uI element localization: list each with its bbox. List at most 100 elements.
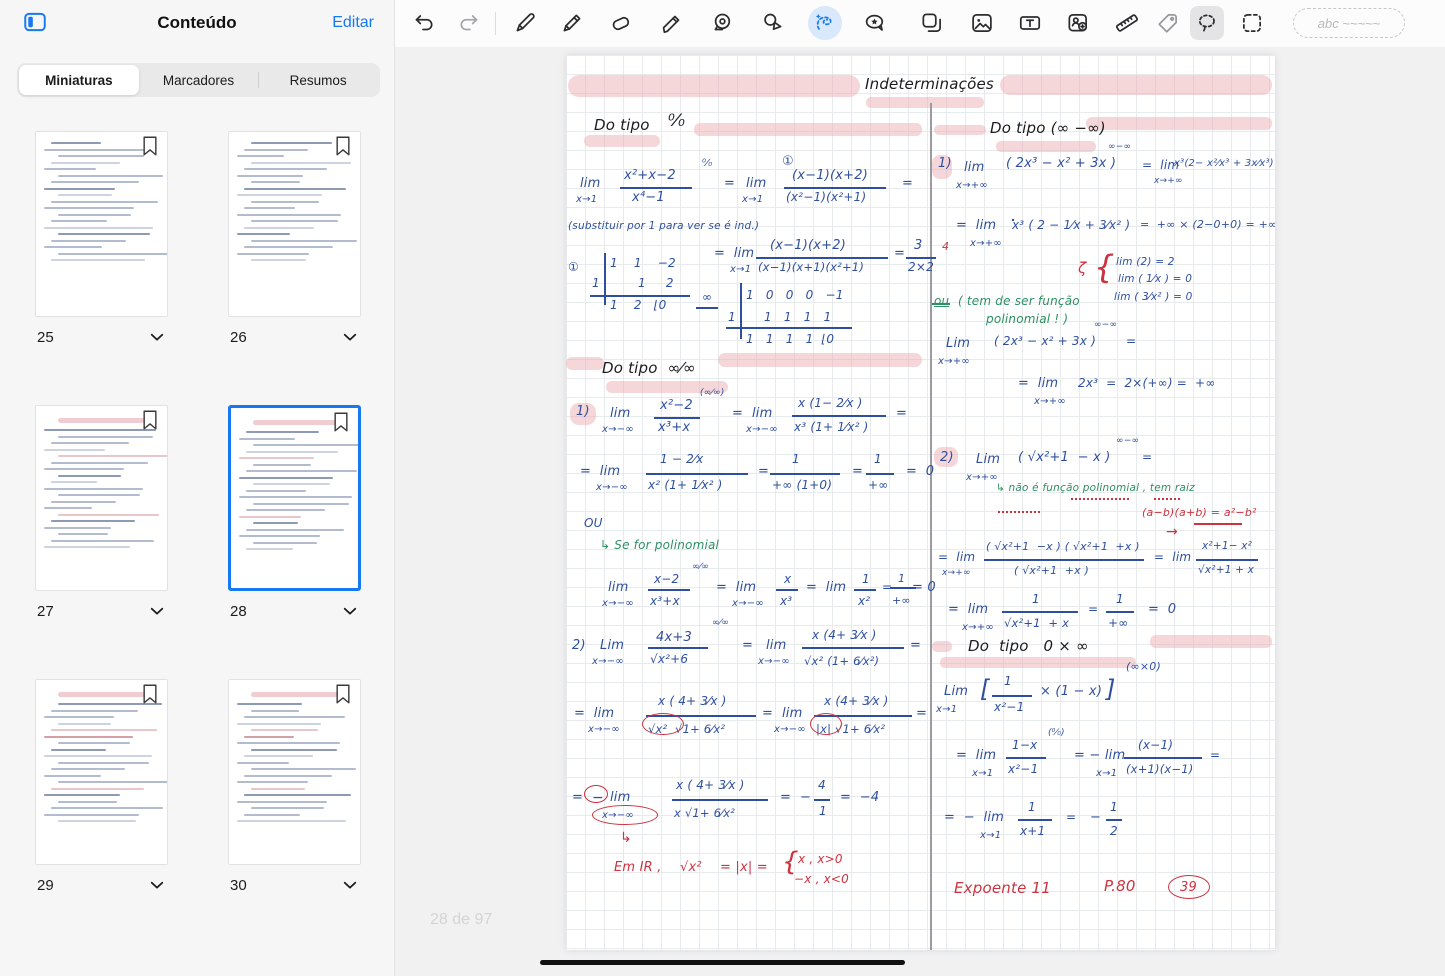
- handwritten-line: lim (2) = 2: [1116, 257, 1175, 268]
- handwritten-line: lim: [580, 177, 601, 191]
- handwritten-line: 1: [1028, 801, 1036, 814]
- thumb-content-stroke: [44, 227, 153, 229]
- handwritten-line: Do tipo: [594, 118, 650, 134]
- thumb-content-stroke: [246, 470, 357, 472]
- bookmark-icon[interactable]: [331, 410, 351, 434]
- tab-marcadores[interactable]: Marcadores: [139, 65, 259, 95]
- handwritten-line: x→−∞: [602, 599, 634, 610]
- handwritten-line: =: [742, 639, 753, 653]
- handwritten-line: ( 2x³ − x² + 3x ): [994, 335, 1096, 348]
- bookmark-icon[interactable]: [140, 682, 160, 706]
- bookmark-icon[interactable]: [333, 682, 353, 706]
- page-thumbnail-30[interactable]: [228, 679, 361, 865]
- sticker-tool-button[interactable]: [858, 6, 892, 40]
- chevron-down-icon[interactable]: [341, 876, 359, 894]
- handwritten-line: 1: [792, 453, 800, 466]
- handwritten-line: 1: [728, 311, 736, 324]
- handwritten-line: = lim: [1018, 377, 1058, 391]
- pencil-tool-button[interactable]: [555, 6, 589, 40]
- chevron-down-icon[interactable]: [341, 602, 359, 620]
- thumb-content-stroke: [51, 729, 157, 731]
- handwritten-line: x ( 4+ 3⁄x ): [676, 779, 745, 792]
- handwritten-line: = − lim: [944, 811, 1004, 825]
- handwritten-line: × (1 − x): [1040, 685, 1102, 699]
- pen-tool-button[interactable]: [508, 6, 542, 40]
- chevron-down-icon[interactable]: [148, 602, 166, 620]
- chevron-down-icon[interactable]: [341, 328, 359, 346]
- handwritten-line: =: [1066, 811, 1076, 824]
- handwritten-line: =: [732, 407, 743, 421]
- ink-stroke: [1154, 498, 1180, 500]
- stamp-search-tool-button[interactable]: [1061, 6, 1095, 40]
- handwritten-line: (x−1)(x+2): [770, 239, 846, 253]
- handwritten-line: ∞−∞: [1116, 437, 1139, 446]
- thumb-content-stroke: [244, 814, 300, 816]
- notebook-page-canvas[interactable]: IndeterminaçõesDo tipo⁰⁄₀Do tipo (∞ −∞)D…: [566, 55, 1275, 950]
- page-thumbnail-28[interactable]: [228, 405, 361, 591]
- handwritten-line: 2: [1110, 825, 1118, 838]
- page-thumbnail-25[interactable]: [35, 131, 168, 317]
- page-thumbnail-27[interactable]: [35, 405, 168, 591]
- bookmark-icon[interactable]: [140, 134, 160, 158]
- home-indicator[interactable]: [540, 960, 905, 965]
- ink-stroke: [756, 257, 888, 259]
- handwriting-abc-pill[interactable]: abc ~~~~~: [1293, 8, 1405, 38]
- eraser-tool-button[interactable]: [605, 6, 639, 40]
- page-title: Indeterminações: [865, 77, 994, 93]
- thumb-highlight-bar: [251, 692, 338, 697]
- undo-tool-button[interactable]: [406, 6, 440, 40]
- handwritten-line: x³+x: [650, 595, 680, 608]
- handwritten-line: ↳ não é função polinomial , tem raiz: [996, 483, 1195, 494]
- thumb-highlight-bar: [58, 692, 145, 697]
- thumb-content-stroke: [244, 716, 345, 718]
- red-circle-annotation: [1168, 875, 1210, 899]
- handwritten-line: √x² (1+ 6⁄x²): [804, 655, 879, 667]
- bookmark-icon[interactable]: [140, 408, 160, 432]
- chevron-down-icon[interactable]: [148, 876, 166, 894]
- handwritten-line: x→−∞: [746, 425, 778, 436]
- ink-stroke: [992, 695, 1032, 697]
- thumb-content-stroke: [44, 246, 102, 248]
- chevron-down-icon[interactable]: [148, 328, 166, 346]
- thumb-content-stroke: [244, 246, 333, 248]
- text-box-tool-button[interactable]: [1013, 6, 1047, 40]
- handwritten-line: x→+∞: [962, 623, 994, 634]
- handwritten-line: −x , x<0: [794, 873, 849, 886]
- clip-tool-button[interactable]: [1151, 6, 1185, 40]
- redo-icon: [457, 10, 483, 36]
- tape-tool-button[interactable]: [706, 6, 740, 40]
- handwritten-line: 4: [818, 779, 826, 792]
- selection-icon: [1239, 10, 1265, 36]
- handwritten-line: Lim: [944, 685, 968, 699]
- ai-lasso-tool-button[interactable]: [808, 6, 842, 40]
- lasso-tool-button[interactable]: [1190, 6, 1224, 40]
- thumb-content-stroke: [51, 442, 129, 444]
- main-area: abc ~~~~~ IndeterminaçõesDo tipo⁰⁄₀Do ti…: [395, 0, 1445, 976]
- thumb-content-stroke: [51, 142, 101, 144]
- image-tool-button[interactable]: [965, 6, 999, 40]
- bookmark-icon[interactable]: [333, 134, 353, 158]
- shapes-tool-button[interactable]: [756, 6, 790, 40]
- pages-tool-button[interactable]: [915, 6, 949, 40]
- sidebar-header: Conteúdo Editar: [0, 0, 394, 56]
- thumb-content-stroke: [44, 207, 134, 209]
- page-thumbnail-26[interactable]: [228, 131, 361, 317]
- thumb-content-stroke: [58, 233, 150, 235]
- handwritten-line: =: [882, 581, 892, 594]
- thumb-content-stroke: [251, 710, 299, 712]
- red-circle-annotation: [584, 785, 608, 803]
- edit-button[interactable]: Editar: [332, 14, 374, 32]
- ruler-tool-button[interactable]: [1110, 6, 1144, 40]
- selection-tool-button[interactable]: [1235, 6, 1269, 40]
- handwritten-line: 1: [1110, 801, 1118, 814]
- redo-tool-button[interactable]: [453, 6, 487, 40]
- red-circle-annotation: [810, 713, 842, 735]
- page-thumbnail-29[interactable]: [35, 679, 168, 865]
- tab-miniaturas[interactable]: Miniaturas: [19, 65, 139, 95]
- stamp-search-icon: [1065, 10, 1091, 36]
- highlighter-tool-button[interactable]: [655, 6, 689, 40]
- handwritten-line: lim: [610, 407, 631, 421]
- handwritten-line: x→−∞: [774, 725, 806, 736]
- tab-resumos[interactable]: Resumos: [258, 65, 378, 95]
- handwritten-line: = +∞ × (2−0+0) = +∞: [1140, 219, 1275, 231]
